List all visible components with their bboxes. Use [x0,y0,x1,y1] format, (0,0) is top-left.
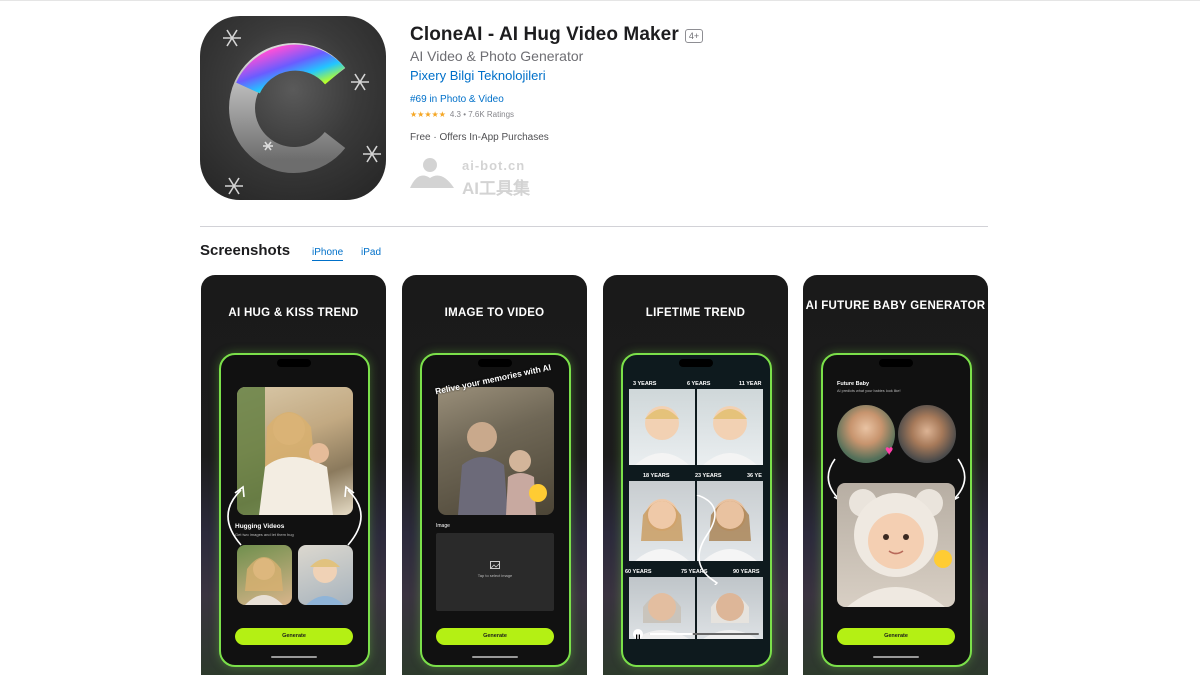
price-info: Free · Offers In-App Purchases [410,132,549,143]
screenshots-heading: Screenshots [200,242,291,259]
age-label: 3 YEARS [633,381,657,387]
baby-photo-graphic [847,489,952,607]
phone-notch [277,359,311,367]
phone-notch [478,359,512,367]
pause-icon [636,634,640,640]
phone-mockup: Future Baby AI predicts what your babies… [821,353,972,667]
home-indicator [472,656,518,658]
section-subtitle: Get two images and let them hug [235,532,294,537]
rating-row: ★★★★★ 4.3 • 7.6K Ratings [410,110,514,119]
watermark-logo-icon [410,158,454,188]
section-title: Image [436,523,450,529]
input-photo-1-figure [245,557,283,605]
age-rating-badge: 4+ [684,29,704,43]
section-title: Future Baby [837,381,870,387]
pause-button[interactable] [633,629,643,640]
playback-progress[interactable] [649,633,759,635]
face-graphic [703,406,757,465]
age-label: 36 YE [747,473,762,479]
phone-notch [879,359,913,367]
input-photo-2[interactable] [298,545,353,605]
age-label: 23 YEARS [695,473,722,479]
phone-mockup: Hugging Videos Get two images and let th… [219,353,370,667]
curved-arrow-icon [696,495,719,585]
old-photo [438,387,554,515]
rating-text: 4.3 • 7.6K Ratings [449,110,515,119]
screenshot-caption: AI FUTURE BABY GENERATOR [805,300,986,312]
image-upload-area[interactable]: Tap to select image [436,533,554,611]
category-rank-link[interactable]: #69 in Photo & Video [410,94,504,105]
phone-mockup: 3 YEARS 6 YEARS 11 YEAR 18 YEARS 23 YEAR… [621,353,772,667]
phone-mockup: Relive your memories with AI Image Tap t… [420,353,571,667]
upload-placeholder: Tap to select image [477,573,513,578]
screenshot-caption: IMAGE TO VIDEO [444,307,545,319]
screenshot-card[interactable]: IMAGE TO VIDEO Relive your memories with… [402,275,587,675]
screenshot-card[interactable]: LIFETIME TREND 3 YEARS 6 YEARS 11 YEAR 1… [603,275,788,675]
watermark: ai-bot.cn AI工具集 [408,156,568,198]
generate-button[interactable]: Generate [235,628,353,645]
app-title: CloneAI - AI Hug Video Maker [410,24,679,45]
section-title: Hugging Videos [235,523,285,530]
developer-link[interactable]: Pixery Bilgi Teknolojileri [410,68,546,83]
age-photo-cell [697,389,763,465]
age-photo-cell [697,577,763,639]
app-icon [200,16,386,200]
swap-arrows-icon [227,485,362,546]
home-indicator [873,656,919,658]
home-indicator [271,656,317,658]
screenshot-caption: LIFETIME TREND [645,307,746,319]
screenshot-card[interactable]: AI FUTURE BABY GENERATOR Future Baby AI … [803,275,988,675]
tab-ipad[interactable]: iPad [361,247,381,258]
age-label: 18 YEARS [643,473,670,479]
section-divider [200,226,988,227]
generate-button[interactable]: Generate [837,628,955,645]
phone-notch [679,359,713,367]
face-graphic [635,499,689,561]
image-icon [490,561,500,569]
screenshot-card[interactable]: AI HUG & KISS TREND Hugging Videos Get t… [201,275,386,675]
age-label: 6 YEARS [687,381,711,387]
generate-button[interactable]: Generate [436,628,554,645]
age-label: 60 YEARS [625,569,652,575]
face-graphic [703,593,757,639]
app-title-row: CloneAI - AI Hug Video Maker 4+ [410,24,704,46]
age-photo-cell [629,389,695,465]
face-graphic [635,406,689,465]
age-label: 11 YEAR [739,381,762,387]
watermark-name: AI工具集 [462,179,530,198]
input-photo-2-figure [306,559,344,605]
section-subtitle: AI predicts what your babies look like! [837,389,901,393]
input-photo-1[interactable] [237,545,292,605]
old-photo-figures [458,422,547,515]
playback-progress-fill [649,633,693,635]
app-subtitle: AI Video & Photo Generator [410,48,584,64]
age-photo-cell [629,481,695,561]
tab-iphone[interactable]: iPhone [312,247,344,261]
app-icon-graphic [223,29,381,195]
star-rating-icon: ★★★★★ [410,110,446,119]
screenshot-caption: AI HUG & KISS TREND [228,307,359,319]
top-border [0,0,1200,1]
baby-photo [837,483,955,607]
watermark-url: ai-bot.cn [462,158,526,173]
